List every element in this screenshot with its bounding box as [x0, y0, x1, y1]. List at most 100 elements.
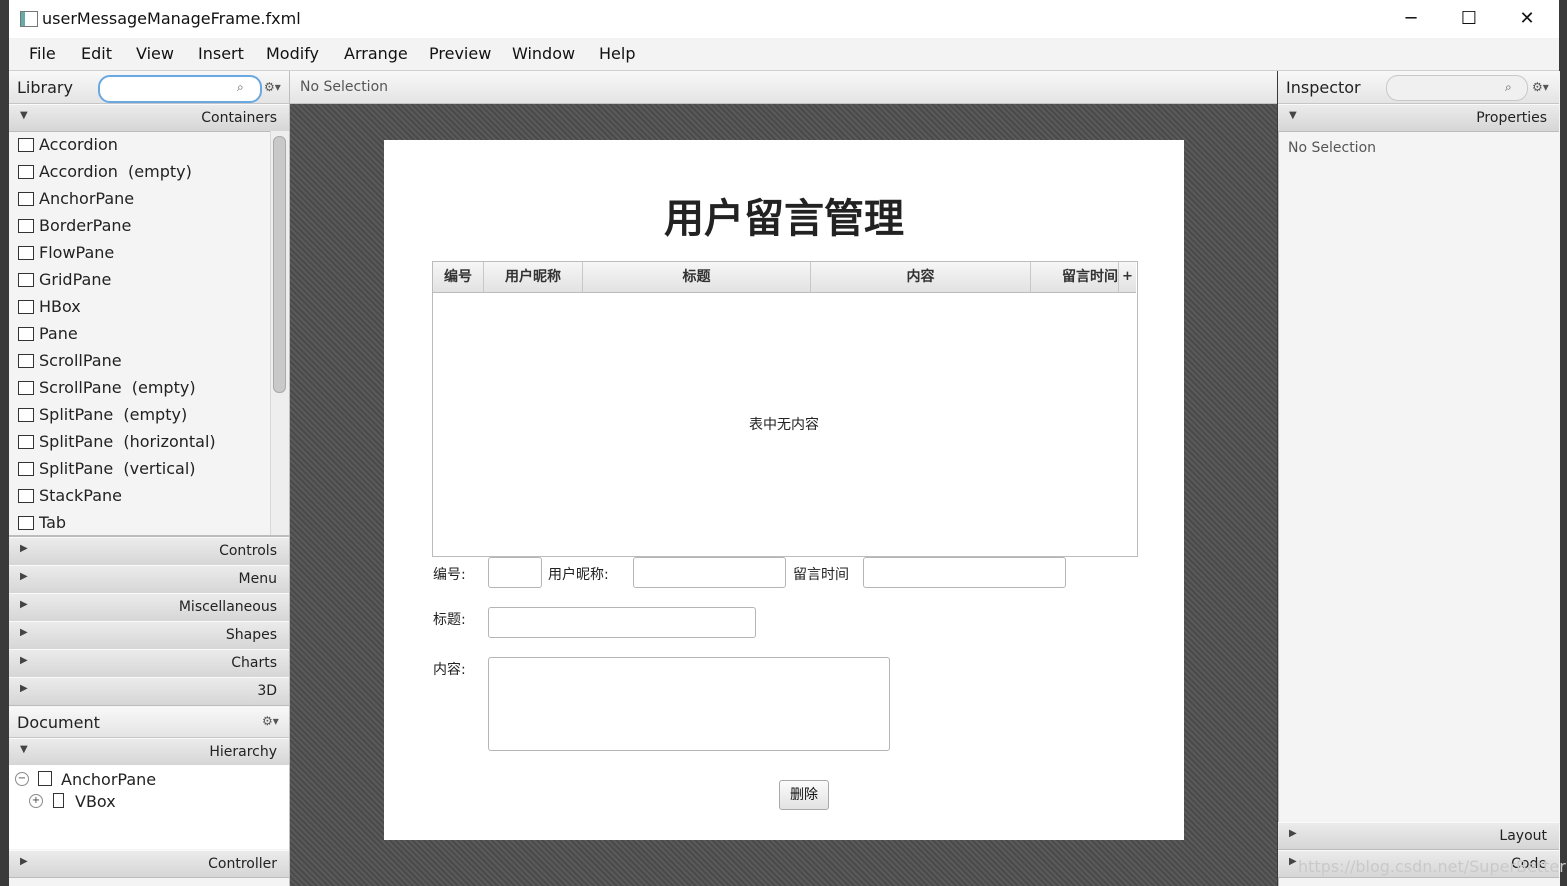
tree-collapse-icon[interactable]: − [15, 772, 29, 786]
content-label: 内容: [433, 662, 466, 678]
gear-icon[interactable]: ⚙▾ [262, 714, 279, 728]
section-charts[interactable]: ▶ Charts [9, 649, 289, 678]
time-field[interactable] [863, 557, 1066, 588]
library-item-label: ScrollPane [39, 351, 122, 370]
section-label: Controls [219, 543, 277, 559]
id-label: 编号: [433, 567, 466, 583]
gear-icon[interactable]: ⚙▾ [1532, 80, 1549, 94]
container-icon [18, 138, 34, 152]
expand-triangle-icon: ▶ [20, 599, 28, 610]
expand-triangle-icon: ▶ [20, 856, 28, 867]
library-item[interactable]: HBox [9, 294, 269, 321]
library-item[interactable]: SplitPane (horizontal) [9, 429, 269, 456]
section-3d[interactable]: ▶ 3D [9, 677, 289, 706]
inspector-panel [1278, 71, 1560, 886]
expand-triangle-icon: ▶ [1289, 828, 1297, 839]
menu-preview[interactable]: Preview [429, 44, 491, 63]
section-label: Miscellaneous [178, 599, 277, 615]
menu-edit[interactable]: Edit [81, 44, 112, 63]
section-label: Controller [208, 856, 277, 872]
time-label: 留言时间 [793, 567, 849, 583]
library-title: Library [17, 78, 73, 97]
column-header-time[interactable]: 留言时间 [1031, 262, 1119, 292]
library-item[interactable]: AnchorPane [9, 186, 269, 213]
inspector-title: Inspector [1286, 78, 1361, 97]
section-label: Shapes [225, 627, 277, 643]
container-icon [18, 381, 34, 395]
delete-button[interactable]: 删除 [779, 780, 829, 810]
close-button[interactable]: ✕ [1498, 0, 1556, 38]
section-controls[interactable]: ▶ Controls [9, 537, 289, 566]
message-table[interactable] [432, 261, 1138, 557]
expand-triangle-icon: ▶ [1289, 856, 1297, 867]
library-item-label: SplitPane (vertical) [39, 459, 196, 478]
section-menu[interactable]: ▶ Menu [9, 565, 289, 594]
maximize-button[interactable]: ☐ [1440, 0, 1498, 38]
section-label: Properties [1476, 110, 1547, 126]
expand-triangle-icon: ▶ [20, 543, 28, 554]
library-item-label: SplitPane (empty) [39, 405, 188, 424]
gear-icon[interactable]: ⚙▾ [264, 80, 281, 94]
library-item[interactable]: Pane [9, 321, 269, 348]
menu-file[interactable]: File [29, 44, 56, 63]
column-header-nickname[interactable]: 用户昵称 [484, 262, 583, 292]
library-item[interactable]: Accordion (empty) [9, 159, 269, 186]
section-label: Menu [238, 571, 277, 587]
content-textarea[interactable] [488, 657, 890, 751]
tree-item-vbox[interactable]: VBox [75, 792, 116, 811]
nickname-field[interactable] [633, 557, 786, 588]
window-title: userMessageManageFrame.fxml [42, 9, 301, 28]
library-item-label: StackPane [39, 486, 123, 505]
inspector-selection-status: No Selection [1288, 140, 1377, 156]
library-item[interactable]: ScrollPane [9, 348, 269, 375]
minimize-button[interactable]: ─ [1382, 0, 1440, 38]
library-scrollbar-thumb[interactable] [273, 136, 286, 393]
add-column-button[interactable]: + [1119, 262, 1136, 292]
section-shapes[interactable]: ▶ Shapes [9, 621, 289, 650]
library-item[interactable]: Accordion [9, 132, 269, 159]
library-item[interactable]: SplitPane (empty) [9, 402, 269, 429]
title-field[interactable] [488, 607, 756, 638]
library-item[interactable]: Tab [9, 510, 269, 537]
nickname-label: 用户昵称: [548, 567, 609, 583]
section-hierarchy[interactable]: ▼ Hierarchy [9, 738, 289, 766]
section-layout[interactable]: ▶ Layout [1278, 822, 1559, 850]
menu-arrange[interactable]: Arrange [344, 44, 408, 63]
container-icon [18, 354, 34, 368]
library-item-label: Pane [39, 324, 78, 343]
column-header-title[interactable]: 标题 [583, 262, 811, 292]
section-properties[interactable]: ▼ Properties [1278, 104, 1559, 132]
menu-window[interactable]: Window [512, 44, 575, 63]
tree-expand-icon[interactable]: + [29, 794, 43, 808]
id-field[interactable] [488, 557, 542, 588]
library-item[interactable]: GridPane [9, 267, 269, 294]
selection-bar [290, 71, 1277, 104]
library-item[interactable]: BorderPane [9, 213, 269, 240]
library-item-label: BorderPane [39, 216, 132, 235]
library-item[interactable]: SplitPane (vertical) [9, 456, 269, 483]
menu-help[interactable]: Help [599, 44, 635, 63]
menu-view[interactable]: View [136, 44, 174, 63]
page-title: 用户留言管理 [664, 196, 904, 242]
menu-modify[interactable]: Modify [266, 44, 319, 63]
section-label: Hierarchy [209, 744, 277, 760]
expand-triangle-icon: ▶ [20, 571, 28, 582]
library-item[interactable]: StackPane [9, 483, 269, 510]
library-item-label: HBox [39, 297, 81, 316]
section-controller[interactable]: ▶ Controller [9, 850, 289, 878]
column-header-content[interactable]: 内容 [811, 262, 1031, 292]
column-header-id[interactable]: 编号 [433, 262, 484, 292]
library-item[interactable]: ScrollPane (empty) [9, 375, 269, 402]
container-icon [18, 300, 34, 314]
library-item[interactable]: FlowPane [9, 240, 269, 267]
watermark-text: https://blog.csdn.net/SuperBetterMan [1298, 857, 1567, 876]
collapse-triangle-icon: ▼ [20, 744, 28, 755]
library-item-label: FlowPane [39, 243, 115, 262]
tree-item-anchorpane[interactable]: AnchorPane [61, 770, 156, 789]
menu-insert[interactable]: Insert [198, 44, 244, 63]
library-item-label: GridPane [39, 270, 112, 289]
selection-status: No Selection [300, 79, 389, 95]
section-containers[interactable]: ▼ Containers [9, 104, 289, 132]
section-miscellaneous[interactable]: ▶ Miscellaneous [9, 593, 289, 622]
container-icon [18, 408, 34, 422]
